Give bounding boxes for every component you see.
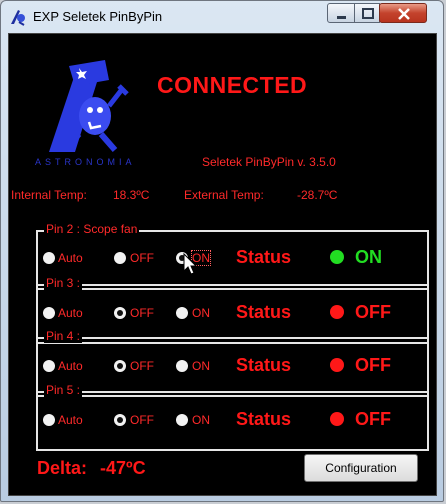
pin-3-status-led <box>330 305 344 319</box>
pin-4-group: Pin 4 : Auto OFF ON Status OFF <box>36 329 429 397</box>
version-label: Seletek PinByPin v. 3.5.0 <box>202 155 336 169</box>
pin-3-state: OFF <box>355 302 391 322</box>
pin-5-title: Pin 5 : <box>44 383 83 397</box>
pin-3-title: Pin 3 : <box>44 276 83 290</box>
pin-2-off-label[interactable]: OFF <box>130 251 154 265</box>
pin-2-title: Pin 2 : Scope fan <box>44 222 140 236</box>
app-icon <box>11 10 25 26</box>
internal-temp-label: Internal Temp: <box>11 188 87 202</box>
pin-3-on-label[interactable]: ON <box>192 306 210 320</box>
pin-5-status-label: Status <box>236 409 292 429</box>
pin-5-off-radio[interactable] <box>114 414 126 426</box>
pin-5-off-label[interactable]: OFF <box>130 413 154 427</box>
pin-3-auto-label[interactable]: Auto <box>58 306 83 320</box>
pin-2-auto-radio[interactable] <box>43 252 55 264</box>
minimize-icon <box>337 16 346 19</box>
minimize-button[interactable] <box>327 3 355 23</box>
pin-2-status-label: Status <box>236 247 292 267</box>
pin-2-status-led <box>330 250 344 264</box>
pin-4-off-radio[interactable] <box>114 360 126 372</box>
pin-4-status-label: Status <box>236 355 292 375</box>
pin-5-on-label[interactable]: ON <box>192 413 210 427</box>
delta-readout: Delta: -47ºC <box>37 458 146 479</box>
pin-4-title: Pin 4 : <box>44 329 83 343</box>
pin-3-off-radio[interactable] <box>114 307 126 319</box>
pin-2-auto-label[interactable]: Auto <box>58 251 83 265</box>
delta-label: Delta: <box>37 458 88 478</box>
connection-status: CONNECTED <box>157 72 308 98</box>
external-temp-value: -28.7ºC <box>297 188 338 202</box>
title-bar[interactable]: EXP Seletek PinByPin <box>1 1 443 31</box>
maximize-button[interactable] <box>354 3 380 23</box>
pin-4-auto-label[interactable]: Auto <box>58 359 83 373</box>
pin-3-off-label[interactable]: OFF <box>130 306 154 320</box>
pin-5-state: OFF <box>355 409 391 429</box>
close-icon <box>398 8 410 20</box>
mouse-cursor-icon <box>183 253 198 275</box>
pin-4-on-label[interactable]: ON <box>192 359 210 373</box>
pin-5-group: Pin 5 : Auto OFF ON Status OFF <box>36 383 429 451</box>
pin-5-status-led <box>330 412 344 426</box>
pin-3-status-label: Status <box>236 302 292 322</box>
pin-5-auto-label[interactable]: Auto <box>58 413 83 427</box>
window-title: EXP Seletek PinByPin <box>33 9 163 24</box>
pin-3-auto-radio[interactable] <box>43 307 55 319</box>
external-temp-label: External Temp: <box>184 188 264 202</box>
astronomia-logo <box>49 60 129 152</box>
maximize-icon <box>362 8 374 19</box>
logo-caption: ASTRONOMIA <box>35 157 136 167</box>
pin-5-auto-radio[interactable] <box>43 414 55 426</box>
pin-2-state: ON <box>355 247 382 267</box>
app-window: EXP Seletek PinByPin CONNECTED ASTRONOMI… <box>0 0 444 502</box>
client-area: CONNECTED ASTRONOMIA Seletek PinByPin v.… <box>8 33 437 496</box>
configuration-button[interactable]: Configuration <box>304 454 418 482</box>
pin-4-on-radio[interactable] <box>176 360 188 372</box>
pin-2-group: Pin 2 : Scope fan Auto OFF ON Status ON <box>36 222 429 290</box>
pin-4-off-label[interactable]: OFF <box>130 359 154 373</box>
pin-3-group: Pin 3 : Auto OFF ON Status OFF <box>36 276 429 344</box>
close-button[interactable] <box>379 3 427 23</box>
delta-value: -47ºC <box>100 458 146 478</box>
internal-temp-value: 18.3ºC <box>113 188 150 202</box>
pin-4-auto-radio[interactable] <box>43 360 55 372</box>
pin-4-state: OFF <box>355 355 391 375</box>
pin-3-on-radio[interactable] <box>176 307 188 319</box>
pin-4-status-led <box>330 358 344 372</box>
pin-2-off-radio[interactable] <box>114 252 126 264</box>
pin-5-on-radio[interactable] <box>176 414 188 426</box>
